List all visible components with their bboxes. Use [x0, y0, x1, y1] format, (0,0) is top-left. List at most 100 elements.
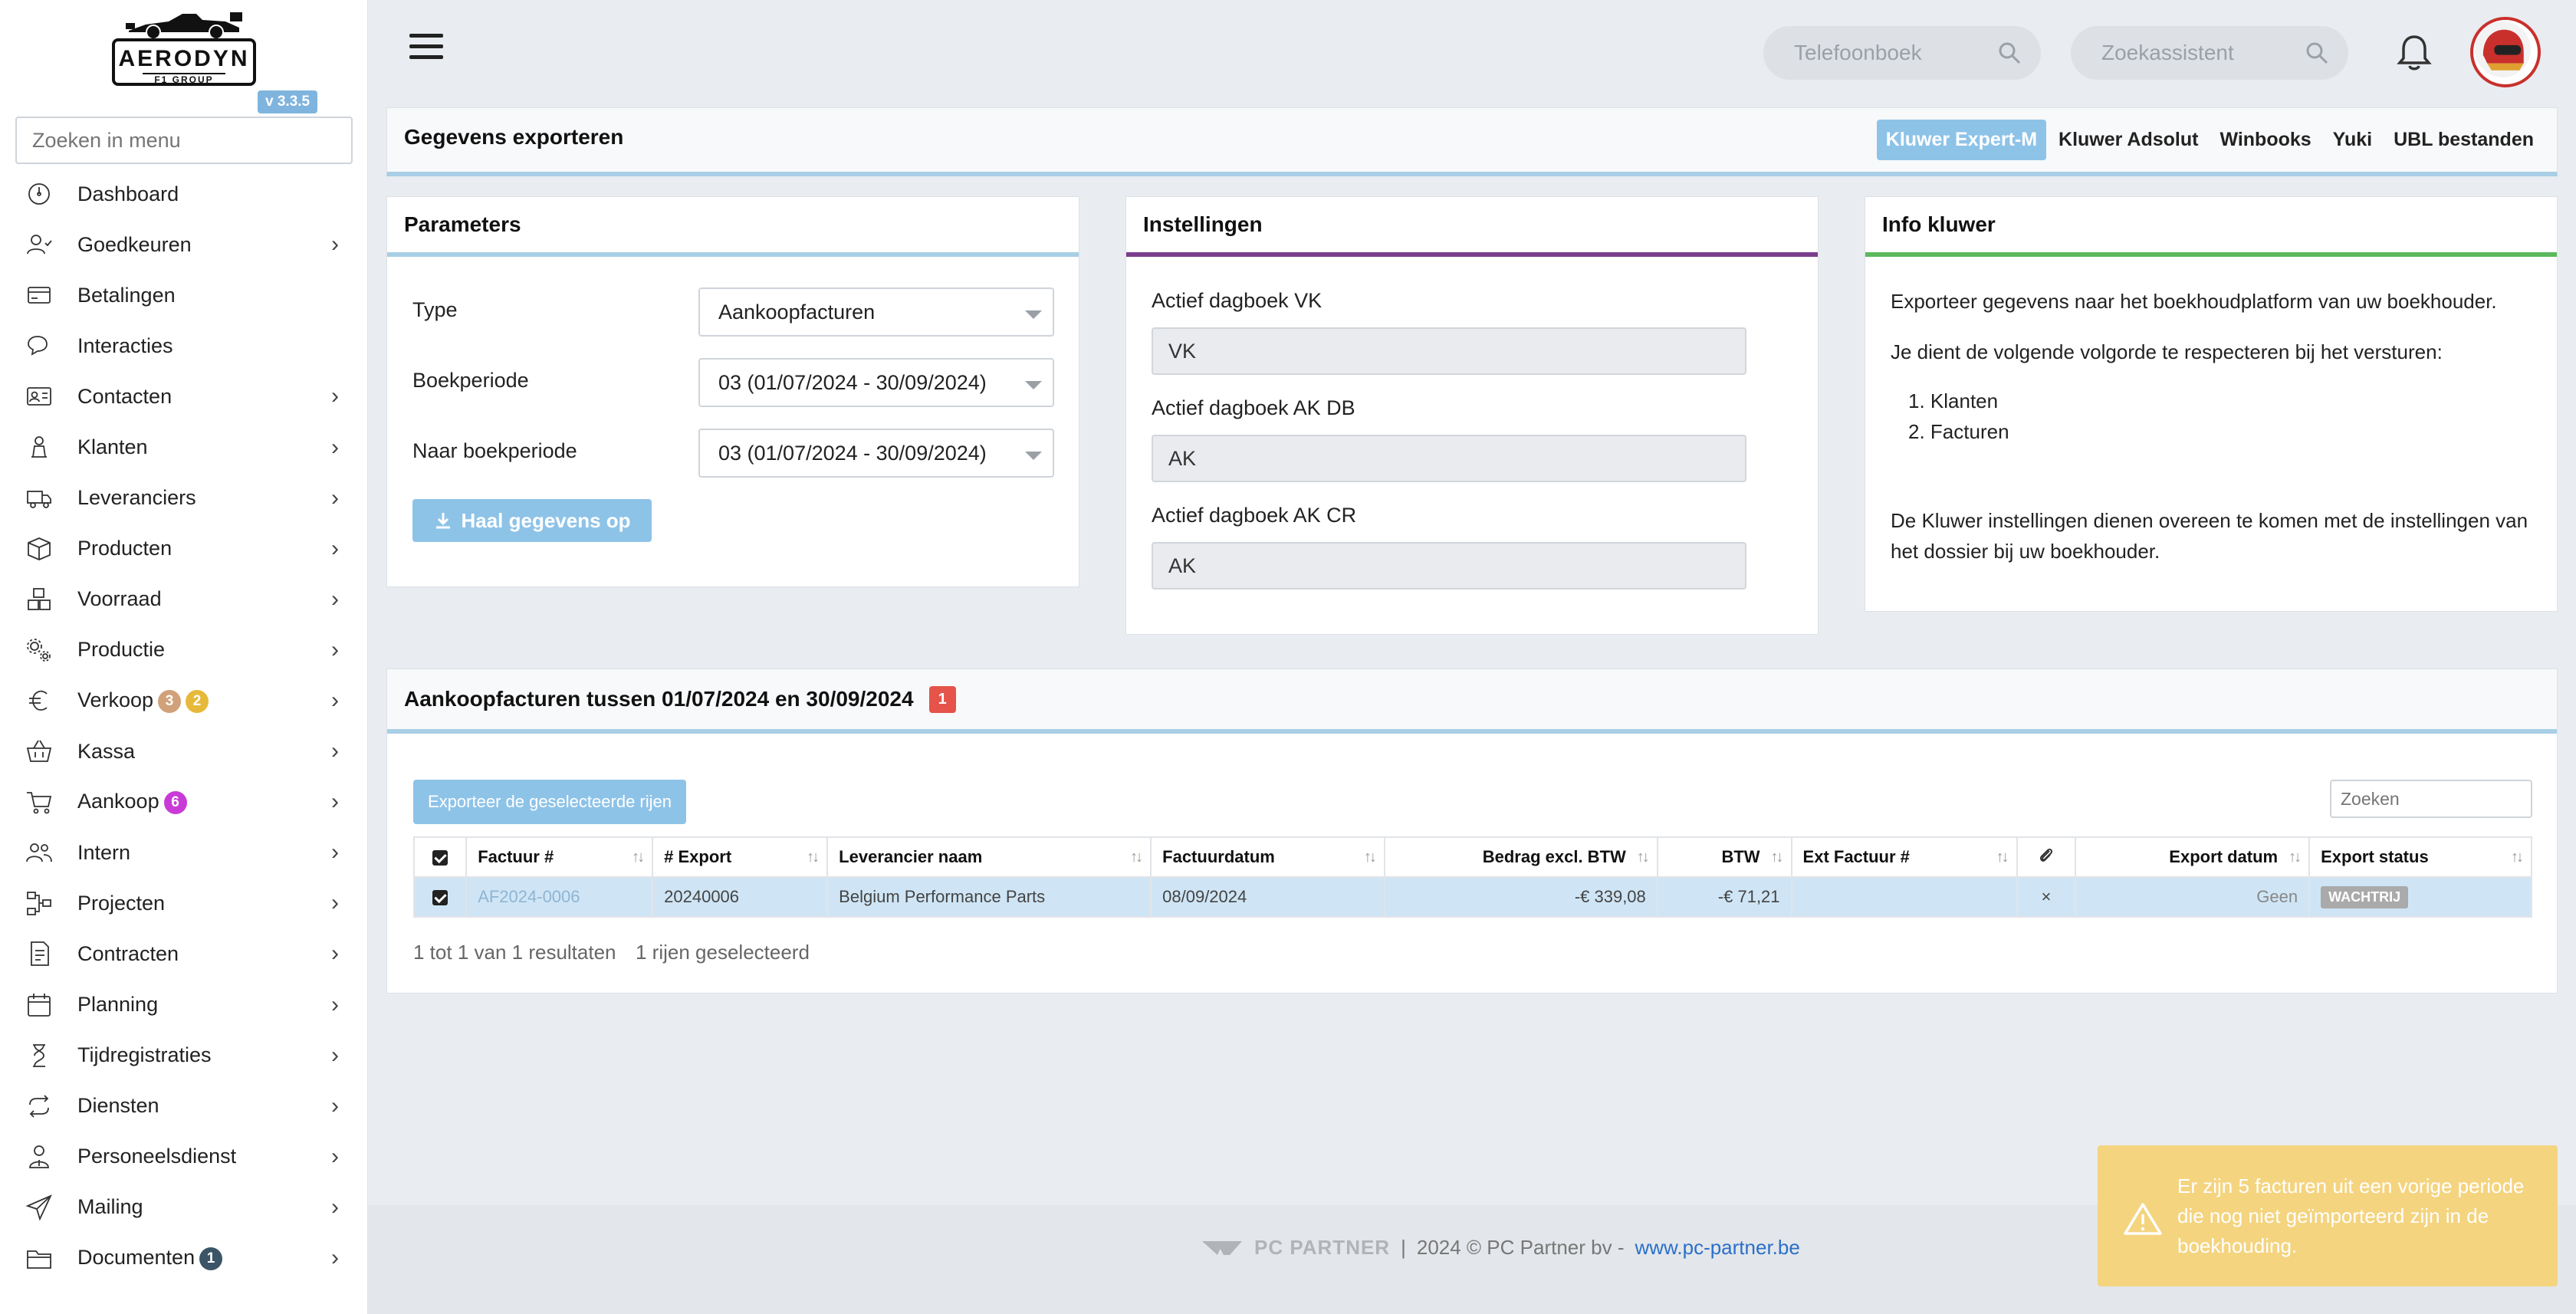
menu-search-input[interactable]	[15, 117, 353, 164]
bell-icon[interactable]	[2397, 34, 2432, 72]
sidebar-item-mailing[interactable]: Mailing ›	[0, 1182, 368, 1233]
chevron-right-icon: ›	[331, 941, 339, 967]
sidebar-item-kassa[interactable]: Kassa ›	[0, 726, 368, 777]
invoices-panel: Aankoopfacturen tussen 01/07/2024 en 30/…	[386, 668, 2558, 994]
tab-ubl-bestanden[interactable]: UBL bestanden	[2384, 120, 2543, 160]
column-label: Bedrag excl. BTW	[1482, 847, 1626, 866]
count-badge: 1	[199, 1247, 223, 1270]
sidebar-item-productie[interactable]: Productie ›	[0, 625, 368, 675]
boxes-icon	[25, 585, 54, 614]
sidebar-item-klanten[interactable]: Klanten ›	[0, 422, 368, 472]
footer-content: PC PARTNER | 2024 © PC Partner bv - www.…	[1201, 1236, 1800, 1260]
export-selected-button[interactable]: Exporteer de geselecteerde rijen	[413, 780, 686, 824]
result-info: 1 tot 1 van 1 resultaten	[413, 941, 616, 964]
chevron-right-icon: ›	[331, 1092, 339, 1119]
sidebar-item-producten[interactable]: Producten ›	[0, 524, 368, 574]
column-label: Factuur #	[478, 847, 554, 866]
race-car-icon	[126, 12, 242, 40]
warning-toast[interactable]: Er zijn 5 facturen uit een vorige period…	[2098, 1145, 2558, 1286]
row-checkbox[interactable]	[412, 876, 468, 918]
sidebar-item-verkoop[interactable]: Verkoop 3 2 ›	[0, 675, 368, 726]
footer-link[interactable]: www.pc-partner.be	[1635, 1236, 1799, 1260]
sidebar-item-label: Productie	[77, 638, 166, 662]
chevron-right-icon: ›	[331, 738, 339, 764]
sort-icon[interactable]: ↑↓	[1771, 849, 1784, 866]
tab-winbooks[interactable]: Winbooks	[2210, 120, 2320, 160]
assistant-search[interactable]: Zoekassistent	[2071, 26, 2348, 80]
info-panel: Info kluwer Exporteer gegevens naar het …	[1865, 196, 2558, 612]
sidebar-item-diensten[interactable]: Diensten ›	[0, 1081, 368, 1132]
remove-attachment-icon[interactable]: ×	[2016, 876, 2077, 918]
sort-icon[interactable]: ↑↓	[2288, 849, 2302, 866]
hamburger-menu-icon[interactable]	[409, 34, 443, 64]
sidebar-item-label: Verkoop 3 2	[77, 688, 209, 713]
column-header-export[interactable]: # Export ↑↓	[652, 836, 829, 878]
fetch-data-button[interactable]: Haal gegevens op	[412, 499, 652, 542]
period-label: Boekperiode	[412, 369, 529, 392]
brand-logo[interactable]: AERODYN F1 GROUP v 3.3.5	[0, 0, 368, 115]
search-icon	[2306, 42, 2328, 64]
column-header-btw[interactable]: BTW ↑↓	[1656, 836, 1792, 878]
cell-factuur[interactable]: AF2024-0006	[465, 876, 654, 918]
column-header-leverancier-naam[interactable]: Leverancier naam ↑↓	[826, 836, 1152, 878]
sort-icon[interactable]: ↑↓	[807, 849, 820, 866]
sidebar-item-contracten[interactable]: Contracten ›	[0, 928, 368, 979]
selected-info: 1 rijen geselecteerd	[636, 941, 810, 964]
sort-icon[interactable]: ↑↓	[1130, 849, 1143, 866]
column-label: BTW	[1721, 847, 1760, 866]
column-header-bedrag-excl-btw[interactable]: Bedrag excl. BTW ↑↓	[1383, 836, 1658, 878]
euro-icon	[25, 686, 54, 715]
column-header-factuurdatum[interactable]: Factuurdatum ↑↓	[1150, 836, 1385, 878]
column-label: Ext Factuur #	[1802, 847, 1910, 866]
sidebar-item-betalingen[interactable]: Betalingen	[0, 270, 368, 320]
sidebar-item-dashboard[interactable]: Dashboard	[0, 169, 368, 219]
sort-icon[interactable]: ↑↓	[632, 849, 645, 866]
sidebar-item-label: Tijdregistraties	[77, 1043, 212, 1067]
type-select[interactable]: Aankoopfacturen	[698, 287, 1054, 337]
tab-kluwer-expert-m[interactable]: Kluwer Expert-M	[1876, 120, 2047, 160]
sidebar-item-contacten[interactable]: Contacten ›	[0, 371, 368, 422]
sidebar-item-personeelsdienst[interactable]: Personeelsdienst ›	[0, 1132, 368, 1182]
column-header-export-datum[interactable]: Export datum ↑↓	[2075, 836, 2311, 878]
sidebar-item-projecten[interactable]: Projecten ›	[0, 878, 368, 928]
sidebar-item-intern[interactable]: Intern ›	[0, 827, 368, 878]
sidebar-item-tijdregistraties[interactable]: Tijdregistraties ›	[0, 1030, 368, 1081]
attachment-column-header[interactable]	[2016, 836, 2077, 878]
parameters-title: Parameters	[387, 197, 1079, 257]
chevron-right-icon: ›	[331, 839, 339, 866]
tab-yuki[interactable]: Yuki	[2324, 120, 2381, 160]
phonebook-search[interactable]: Telefoonboek	[1763, 26, 2041, 80]
sidebar-item-voorraad[interactable]: Voorraad ›	[0, 574, 368, 625]
cell-leverancier: Belgium Performance Parts	[826, 876, 1152, 918]
sidebar-item-leveranciers[interactable]: Leveranciers ›	[0, 473, 368, 524]
table-search-input[interactable]	[2330, 780, 2532, 818]
select-all-checkbox[interactable]	[412, 836, 468, 878]
sidebar-item-interacties[interactable]: Interacties	[0, 320, 368, 371]
sort-icon[interactable]: ↑↓	[1637, 849, 1650, 866]
to-period-select[interactable]: 03 (01/07/2024 - 30/09/2024)	[698, 429, 1054, 478]
tab-kluwer-adsolut[interactable]: Kluwer Adsolut	[2049, 120, 2207, 160]
table-row[interactable]: AF2024-0006 20240006 Belgium Performance…	[412, 876, 2532, 918]
sidebar-item-label: Goedkeuren	[77, 232, 192, 256]
cell-export-datum: Geen	[2075, 876, 2311, 918]
sidebar-item-documenten[interactable]: Documenten 1 ›	[0, 1233, 368, 1283]
sidebar-item-label: Klanten	[77, 435, 148, 459]
sort-icon[interactable]: ↑↓	[1364, 849, 1377, 866]
column-label: # Export	[664, 847, 732, 866]
page-title: Gegevens exporteren	[404, 125, 624, 149]
column-header-ext-factuur[interactable]: Ext Factuur # ↑↓	[1790, 836, 2018, 878]
sidebar-item-aankoop[interactable]: Aankoop 6 ›	[0, 777, 368, 827]
column-header-factuur[interactable]: Factuur # ↑↓	[465, 836, 654, 878]
helmet-icon	[2474, 21, 2531, 77]
sidebar-item-goedkeuren[interactable]: Goedkeuren ›	[0, 219, 368, 270]
sidebar-item-label: Mailing	[77, 1195, 143, 1219]
sort-icon[interactable]: ↑↓	[2511, 849, 2524, 866]
period-select[interactable]: 03 (01/07/2024 - 30/09/2024)	[698, 358, 1054, 407]
sidebar-item-planning[interactable]: Planning ›	[0, 980, 368, 1030]
chevron-right-icon: ›	[331, 636, 339, 662]
warning-icon	[2124, 1203, 2162, 1235]
column-header-export-status[interactable]: Export status ↑↓	[2308, 836, 2532, 878]
sort-icon[interactable]: ↑↓	[1996, 849, 2009, 866]
column-label: Export datum	[2169, 847, 2279, 866]
avatar[interactable]	[2470, 17, 2541, 87]
